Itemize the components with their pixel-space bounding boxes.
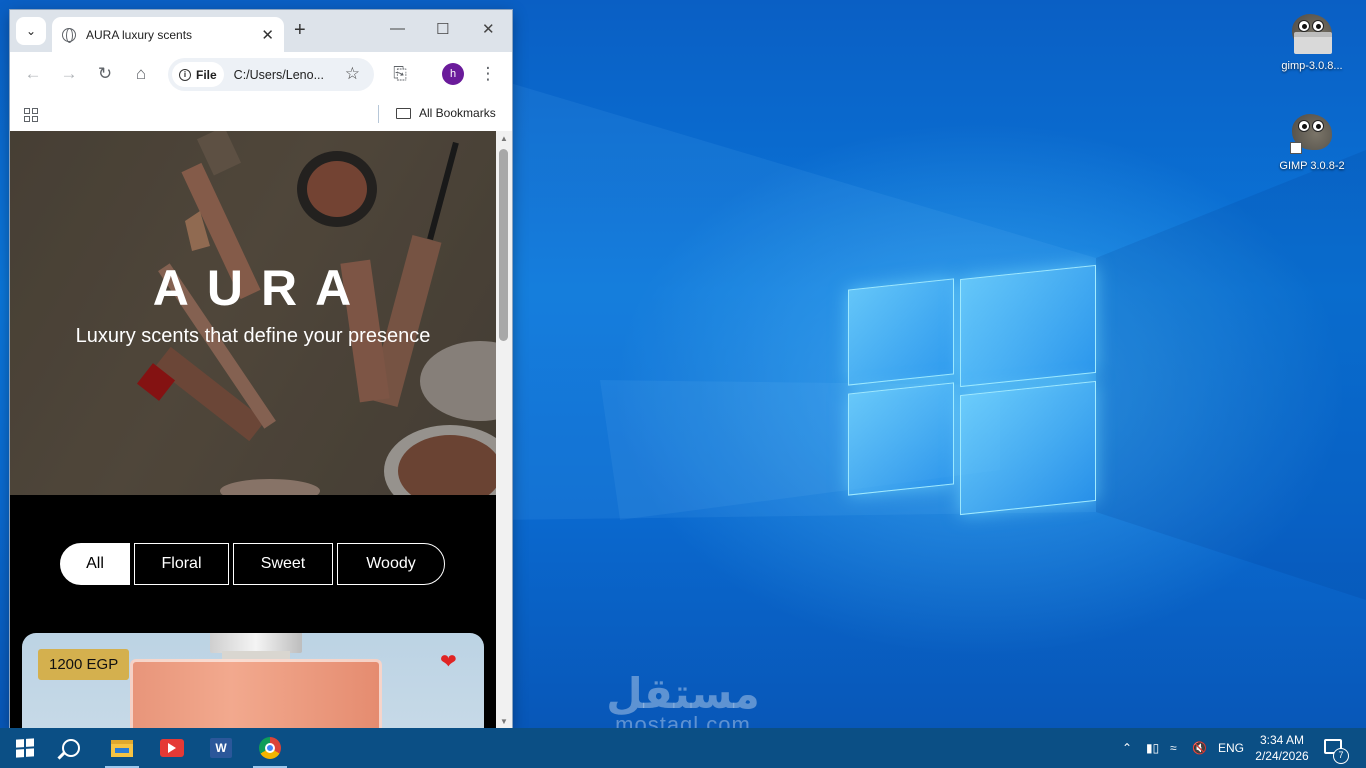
volume-muted-icon[interactable]: 🔇 (1192, 728, 1207, 768)
watermark-arabic: مستقل (606, 669, 760, 718)
start-button[interactable] (2, 728, 48, 768)
taskbar-word[interactable]: W (198, 728, 244, 768)
all-bookmarks-label: All Bookmarks (419, 106, 496, 120)
taskbar-youtube[interactable] (149, 728, 195, 768)
scroll-down-arrow-icon[interactable]: ▼ (500, 717, 508, 726)
show-hidden-icons-button[interactable]: ⌃ (1122, 728, 1132, 768)
address-bar[interactable]: i File C:/Users/Leno... ☆ (168, 58, 374, 91)
desktop-icon-gimp-shortcut[interactable]: GIMP 3.0.8-2 (1272, 108, 1352, 172)
bookmarks-bar: All Bookmarks (10, 96, 512, 132)
gimp-installer-icon (1288, 8, 1336, 56)
reload-button[interactable]: ↻ (95, 64, 115, 84)
filter-sweet-button[interactable]: Sweet (233, 543, 333, 585)
gimp-shortcut-icon (1288, 108, 1336, 156)
youtube-icon (160, 739, 184, 757)
filter-floral-button[interactable]: Floral (134, 543, 229, 585)
close-window-button[interactable]: ✕ (482, 20, 495, 38)
hero-title: AURA (152, 260, 370, 316)
search-button[interactable] (48, 728, 94, 768)
home-button[interactable]: ⌂ (131, 64, 151, 84)
taskbar-file-explorer[interactable] (99, 728, 145, 768)
extensions-puzzle-icon[interactable]: ⎘ (390, 64, 410, 84)
wifi-icon[interactable]: ≈ (1170, 728, 1177, 768)
site-info-chip[interactable]: i File (172, 62, 224, 87)
hero-subtitle: Luxury scents that define your presence (75, 325, 431, 347)
notification-count-badge: 7 (1333, 748, 1349, 764)
word-icon: W (210, 738, 232, 758)
search-icon (62, 739, 80, 757)
filter-woody-button[interactable]: Woody (337, 543, 445, 585)
scroll-up-arrow-icon[interactable]: ▲ (500, 134, 508, 143)
apps-grid-icon[interactable] (24, 108, 38, 122)
clock-date: 2/24/2026 (1255, 749, 1309, 763)
product-card[interactable]: 1200 EGP ❤ (22, 633, 484, 728)
menu-kebab-icon[interactable]: ⋮ (478, 64, 498, 84)
chevron-down-icon: ⌄ (25, 24, 37, 38)
page-scrollbar[interactable]: ▲ ▼ (496, 131, 512, 728)
tab-strip: ⌄ AURA luxury scents ✕ + — ☐ ✕ (10, 10, 512, 52)
browser-toolbar: ← → ↻ ⌂ i File C:/Users/Leno... ☆ ⎘ h ⋮ (10, 52, 512, 96)
page-viewport: AURA Luxury scents that define your pres… (10, 131, 496, 728)
windows-logo-wallpaper (848, 258, 1098, 516)
scrollbar-thumb[interactable] (499, 149, 508, 341)
watermark-latin: mostaql.com (615, 712, 751, 728)
maximize-button[interactable]: ☐ (436, 20, 449, 38)
system-clock[interactable]: 3:34 AM 2/24/2026 (1250, 732, 1314, 764)
folder-icon (396, 107, 411, 119)
file-explorer-icon (111, 739, 133, 757)
mostaql-watermark: مستقل mostaql.com (598, 669, 768, 729)
perfume-bottle-image (130, 659, 382, 728)
clock-time: 3:34 AM (1259, 733, 1305, 747)
tab-aura[interactable]: AURA luxury scents ✕ (52, 17, 284, 52)
new-tab-button[interactable]: + (294, 19, 306, 42)
taskbar-chrome[interactable] (247, 728, 293, 768)
hero-section: AURA Luxury scents that define your pres… (10, 131, 496, 495)
url-text[interactable]: C:/Users/Leno... (234, 68, 334, 82)
desktop-icon-gimp-installer[interactable]: gimp-3.0.8... (1272, 8, 1352, 72)
tab-title: AURA luxury scents (86, 27, 193, 42)
windows-start-icon (16, 738, 34, 758)
bookmark-star-icon[interactable]: ☆ (345, 64, 360, 84)
category-filters: All Floral Sweet Woody (60, 543, 445, 585)
globe-icon (62, 27, 76, 43)
minimize-button[interactable]: — (390, 20, 405, 37)
profile-avatar[interactable]: h (442, 63, 464, 85)
chrome-icon (259, 737, 281, 759)
price-badge: 1200 EGP (38, 649, 130, 680)
perfume-bottle-cap (210, 633, 302, 653)
heart-icon[interactable]: ❤ (440, 649, 457, 674)
info-icon: i (179, 68, 191, 81)
forward-button[interactable]: → (59, 64, 79, 84)
chevron-up-icon: ⌃ (1122, 741, 1133, 755)
taskbar: W ⌃ ▮▯ ≈ 🔇 ENG 3:34 AM 2/24/2026 7 (0, 728, 1366, 768)
site-info-label: File (196, 67, 217, 82)
language-indicator[interactable]: ENG (1218, 728, 1244, 768)
tab-search-button[interactable]: ⌄ (16, 17, 46, 45)
back-button[interactable]: ← (23, 64, 43, 84)
desktop-icon-label: gimp-3.0.8... (1281, 60, 1343, 72)
all-bookmarks-button[interactable]: All Bookmarks (396, 106, 496, 120)
bookmarks-divider (378, 105, 379, 123)
close-tab-icon[interactable]: ✕ (261, 26, 274, 44)
battery-icon[interactable]: ▮▯ (1146, 728, 1159, 768)
filter-all-button[interactable]: All (60, 543, 130, 585)
desktop-icon-label: GIMP 3.0.8-2 (1279, 160, 1345, 172)
chrome-window: ⌄ AURA luxury scents ✕ + — ☐ ✕ ← → ↻ ⌂ i… (10, 10, 512, 728)
